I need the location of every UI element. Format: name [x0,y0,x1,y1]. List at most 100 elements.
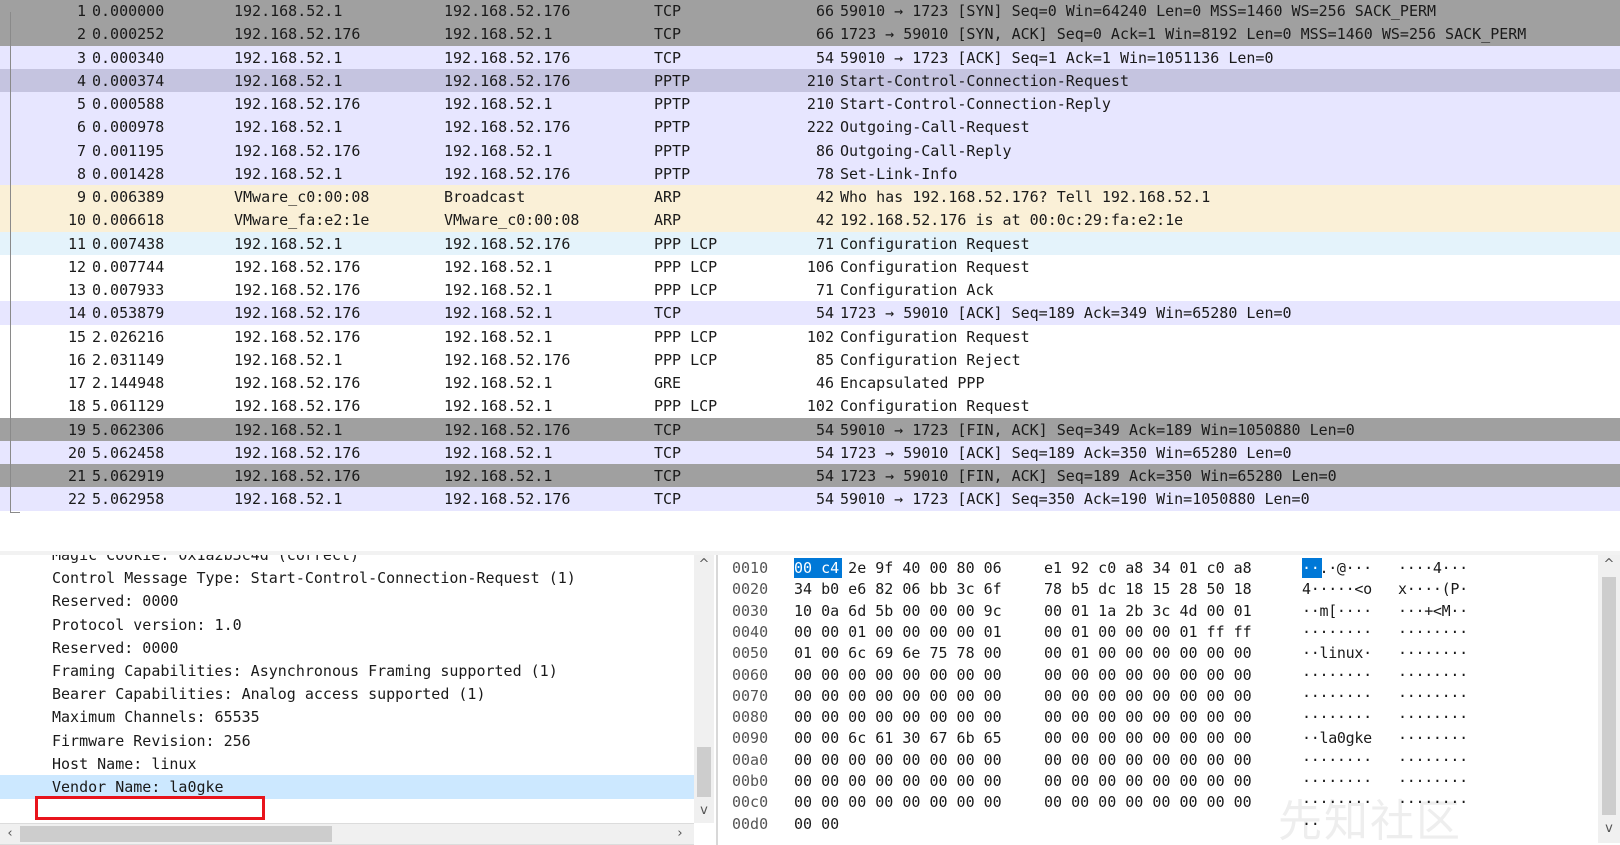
packet-protocol: TCP [654,48,682,67]
packet-source: VMware_fa:e2:1e [234,211,370,230]
packet-row[interactable]: 13 0.007933 192.168.52.176 192.168.52.1 PPP … [0,278,1620,302]
scroll-down-arrow-icon[interactable]: v [1601,821,1617,837]
packet-time: 0.053879 [92,304,165,323]
detail-field-text: Control Message Type: Start-Control-Conn… [52,569,576,588]
packet-time: 5.062458 [92,443,165,462]
packet-protocol: TCP [654,304,682,323]
packet-row[interactable]: 10 0.006618 VMware_fa:e2:1e VMware_c0:00:08… [0,208,1620,233]
packet-destination: 192.168.52.1 [444,281,553,299]
packet-number: 8 [76,164,86,183]
detail-field-text: Reserved: 0000 [52,592,179,611]
scroll-down-arrow-icon[interactable]: v [696,803,712,819]
scrollbar-thumb[interactable] [1602,577,1616,815]
packet-source: 192.168.52.1 [234,2,343,20]
packet-time: 2.031149 [92,350,165,369]
packet-source: 192.168.52.176 [234,25,361,44]
packet-destination: 192.168.52.176 [444,234,571,253]
detail-field-text: Framing Capabilities: Asynchronous Frami… [52,662,558,680]
scroll-up-arrow-icon[interactable]: ^ [696,557,712,573]
packet-row[interactable]: 16 2.031149 192.168.52.1 192.168.52.176 PPP … [0,347,1620,372]
detail-field[interactable]: Magic Cookie: 0x1a2b3c4d (correct) [0,555,694,567]
scroll-left-arrow-icon[interactable]: ‹ [2,826,18,842]
packet-row[interactable]: 7 0.001195 192.168.52.176 192.168.52.1 PPTP 8… [0,138,1620,163]
packet-info: Who has 192.168.52.176? Tell 192.168.52.… [840,188,1211,206]
packet-info: 59010 → 1723 [ACK] Seq=350 Ack=190 Win=1… [840,490,1310,509]
packet-protocol: PPP LCP [654,281,718,299]
packet-row[interactable]: 21 5.062919 192.168.52.176 192.168.52.1 TCP 5… [0,464,1620,488]
packet-protocol: PPP LCP [654,257,718,276]
scroll-right-arrow-icon[interactable]: › [672,826,688,842]
packet-source: 192.168.52.176 [234,141,361,160]
packet-row[interactable]: 18 5.061129 192.168.52.176 192.168.52.1 PPP … [0,394,1620,419]
packet-info: 192.168.52.176 is at 00:0c:29:fa:e2:1e [840,211,1184,230]
packet-number: 3 [76,48,86,67]
packet-row[interactable]: 20 5.062458 192.168.52.176 192.168.52.1 TCP 5… [0,440,1620,465]
detail-field[interactable]: Maximum Channels: 65535 [0,705,694,729]
packet-row[interactable]: 2 0.000252 192.168.52.176 192.168.52.1 TCP 66… [0,22,1620,47]
packet-protocol: ARP [654,211,682,230]
packet-length: 42 [815,188,834,206]
packet-protocol: PPP LCP [654,327,718,346]
packet-row[interactable]: 14 0.053879 192.168.52.176 192.168.52.1 TCP 5… [0,301,1620,326]
packet-length: 102 [806,327,834,346]
detail-field[interactable]: Host Name: linux [0,752,694,776]
packet-length: 42 [815,211,834,230]
details-hscrollbar[interactable]: ‹ › [0,823,694,845]
packet-details-pane[interactable]: Magic Cookie: 0x1a2b3c4d (correct) Contro… [0,555,716,845]
packet-row[interactable]: 6 0.000978 192.168.52.1 192.168.52.176 PPTP 2… [0,115,1620,140]
detail-field[interactable]: Reserved: 0000 [0,636,694,660]
packet-protocol: PPTP [654,141,691,160]
packet-row[interactable]: 22 5.062958 192.168.52.1 192.168.52.176 TCP 5… [0,487,1620,512]
packet-row[interactable]: 9 0.006389 VMware_c0:00:08 Broadcast ARP 42 Wh… [0,185,1620,209]
packet-protocol: PPP LCP [654,234,718,253]
packet-number: 4 [76,71,86,90]
detail-field[interactable]: Reserved: 0000 [0,589,694,613]
packet-protocol: TCP [654,490,682,509]
packet-row[interactable]: 1 0.000000 192.168.52.1 192.168.52.176 TCP 66… [0,0,1620,23]
packet-protocol: PPP LCP [654,397,718,416]
hex-row[interactable]: 00d0 00 00 ·· [718,812,1598,836]
packet-row[interactable]: 12 0.007744 192.168.52.176 192.168.52.1 PPP … [0,254,1620,279]
scrollbar-thumb[interactable] [20,826,332,842]
packet-row[interactable]: 5 0.000588 192.168.52.176 192.168.52.1 PPTP 2… [0,92,1620,116]
packet-number: 10 [67,211,86,230]
ascii-bytes: ··.·@··· [1302,559,1372,577]
detail-field[interactable]: Bearer Capabilities: Analog access suppo… [0,682,694,706]
packet-bytes-pane[interactable]: ^ v 先知社区 0010 00 c4 2e 9f 40 00 80 06 e1 9… [716,555,1620,845]
packet-row[interactable]: 3 0.000340 192.168.52.1 192.168.52.176 TCP 54… [0,45,1620,70]
packet-row[interactable]: 8 0.001428 192.168.52.1 192.168.52.176 PPTP 7… [0,161,1620,186]
ascii-bytes: ·· [1302,814,1320,833]
packet-info: 1723 → 59010 [SYN, ACK] Seq=0 Ack=1 Win=… [840,25,1527,44]
bytes-vscrollbar[interactable]: ^ v [1598,555,1620,843]
detail-field[interactable]: Firmware Revision: 256 [0,729,694,753]
packet-row[interactable]: 17 2.144948 192.168.52.176 192.168.52.1 GRE 4… [0,371,1620,395]
detail-field[interactable]: Control Message Type: Start-Control-Conn… [0,566,694,590]
scrollbar-thumb[interactable] [697,747,711,797]
packet-source: 192.168.52.176 [234,443,361,462]
packet-row[interactable]: 19 5.062306 192.168.52.1 192.168.52.176 TCP 5… [0,417,1620,442]
packet-destination: 192.168.52.1 [444,467,553,485]
highlight-box [35,796,265,820]
packet-destination: 192.168.52.1 [444,141,553,160]
packet-time: 0.006618 [92,211,165,230]
detail-field[interactable]: Protocol version: 1.0 [0,613,694,637]
packet-length: 106 [806,257,834,276]
packet-number: 17 [67,374,86,392]
detail-field[interactable]: Framing Capabilities: Asynchronous Frami… [0,659,694,683]
packet-protocol: PPTP [654,95,691,113]
packet-row[interactable]: 15 2.026216 192.168.52.176 192.168.52.1 PPP … [0,324,1620,349]
packet-row[interactable]: 4 0.000374 192.168.52.1 192.168.52.176 PPTP 2… [0,68,1620,93]
packet-protocol: PPTP [654,71,691,90]
packet-destination: 192.168.52.1 [444,257,553,276]
packet-length: 78 [815,164,834,183]
packet-list[interactable]: 1 0.000000 192.168.52.1 192.168.52.176 TCP 66… [0,0,1620,530]
packet-info: Encapsulated PPP [840,374,985,392]
packet-length: 102 [806,397,834,416]
packet-length: 54 [815,304,834,323]
packet-time: 0.007933 [92,281,165,299]
details-vscrollbar[interactable]: ^ v [694,555,714,823]
packet-source: 192.168.52.176 [234,281,361,299]
scroll-up-arrow-icon[interactable]: ^ [1601,557,1617,573]
detail-field-text: Maximum Channels: 65535 [52,708,260,727]
packet-row[interactable]: 11 0.007438 192.168.52.1 192.168.52.176 PPP … [0,231,1620,256]
